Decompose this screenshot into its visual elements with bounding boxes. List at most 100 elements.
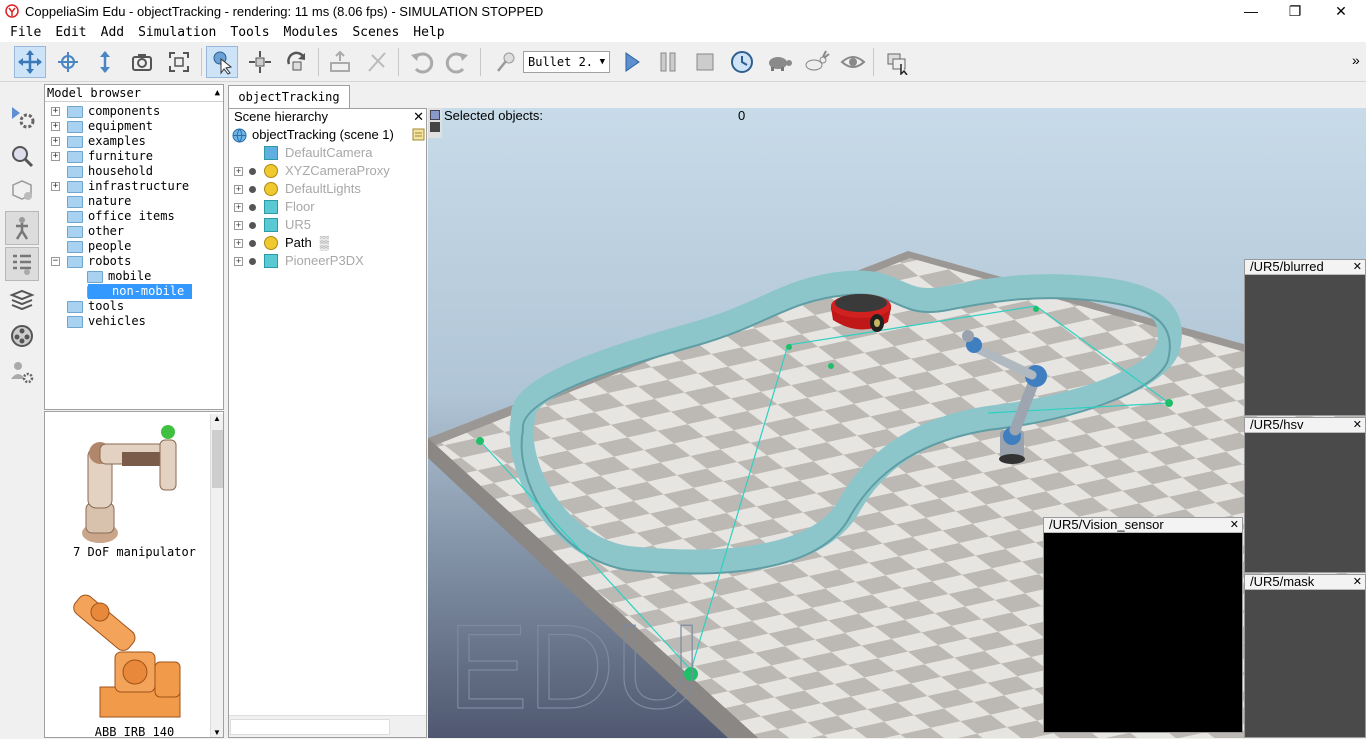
sensor-window-blurred[interactable]: /UR5/blurred ✕ <box>1244 259 1366 416</box>
scrollbar-thumb[interactable] <box>212 430 223 488</box>
expand-icon[interactable]: + <box>234 220 243 230</box>
page-selector-button[interactable] <box>881 46 913 78</box>
transfer-dna-button[interactable] <box>361 46 393 78</box>
real-time-button[interactable] <box>726 46 758 78</box>
view-toggle-icon[interactable] <box>430 122 440 132</box>
undo-button[interactable] <box>405 46 437 78</box>
expand-icon[interactable]: + <box>234 256 243 266</box>
sensor-window-header[interactable]: /UR5/mask ✕ <box>1245 575 1365 590</box>
model-folder-item[interactable]: +people <box>51 239 131 254</box>
physics-engine-select[interactable]: Bullet 2. ▼ <box>523 51 610 73</box>
sensor-window-header[interactable]: /UR5/hsv ✕ <box>1245 418 1365 433</box>
sensor-window-hsv[interactable]: /UR5/hsv ✕ <box>1244 417 1366 573</box>
model-folder-item[interactable]: mobile <box>71 269 151 284</box>
path-control-point[interactable] <box>786 344 792 350</box>
path-control-point[interactable] <box>476 437 484 445</box>
thumbnails-scrollbar[interactable]: ▲ ▼ <box>210 414 223 737</box>
hierarchy-horizontal-scrollbar[interactable] <box>229 715 426 737</box>
sensor-window-vision-sensor[interactable]: /UR5/Vision_sensor ✕ <box>1043 517 1243 733</box>
menu-add[interactable]: Add <box>101 25 124 40</box>
assemble-button[interactable] <box>324 46 356 78</box>
dynamics-toggle-button[interactable] <box>490 46 522 78</box>
camera-shift-button[interactable] <box>89 46 121 78</box>
fit-to-view-button[interactable] <box>163 46 195 78</box>
model-folder-item[interactable]: +other <box>51 224 124 239</box>
scene-tab[interactable]: objectTracking <box>228 85 350 108</box>
close-hierarchy-icon[interactable]: ✕ <box>413 109 424 125</box>
model-folder-item[interactable]: +vehicles <box>51 314 146 329</box>
hierarchy-item[interactable]: +DefaultCamera <box>234 144 372 162</box>
sort-arrow-icon[interactable]: ▲ <box>215 85 220 101</box>
model-folder-item[interactable]: + examples <box>51 134 146 149</box>
path-control-point[interactable] <box>1033 306 1039 312</box>
expand-icon[interactable]: + <box>234 202 243 212</box>
minimize-button[interactable]: — <box>1228 0 1274 22</box>
model-folder-item[interactable]: + equipment <box>51 119 153 134</box>
hierarchy-item[interactable]: + Floor <box>234 198 315 216</box>
close-icon[interactable]: ✕ <box>1353 575 1362 589</box>
sensor-window-header[interactable]: /UR5/Vision_sensor ✕ <box>1044 518 1242 533</box>
expand-icon[interactable]: + <box>51 182 60 191</box>
camera-view-button[interactable] <box>126 46 158 78</box>
close-button[interactable]: ✕ <box>1318 0 1364 22</box>
close-icon[interactable]: ✕ <box>1230 518 1239 532</box>
model-folder-item[interactable]: + components <box>51 104 160 119</box>
menu-scenes[interactable]: Scenes <box>352 25 399 40</box>
menu-tools[interactable]: Tools <box>230 25 269 40</box>
visualization-toggle-button[interactable] <box>837 46 869 78</box>
user-settings-button[interactable] <box>5 355 39 389</box>
expand-icon[interactable]: + <box>51 152 60 161</box>
hierarchy-item[interactable]: + UR5 <box>234 216 311 234</box>
speed-up-button[interactable] <box>800 46 832 78</box>
hierarchy-item[interactable]: + PioneerP3DX <box>234 252 364 270</box>
model-folder-item[interactable]: +office items <box>51 209 175 224</box>
scrollbar-thumb[interactable] <box>230 719 390 735</box>
stop-simulation-button[interactable] <box>689 46 721 78</box>
path-control-point[interactable] <box>1165 399 1173 407</box>
scroll-up-icon[interactable]: ▲ <box>213 414 221 423</box>
camera-pan-button[interactable] <box>14 46 46 78</box>
model-folder-item[interactable]: +household <box>51 164 153 179</box>
slow-down-button[interactable] <box>763 46 795 78</box>
collapse-icon[interactable]: − <box>51 257 60 266</box>
menu-modules[interactable]: Modules <box>284 25 339 40</box>
hierarchy-item[interactable]: + Path ▒ <box>234 234 329 252</box>
model-folder-item[interactable]: +nature <box>51 194 131 209</box>
model-browser-toggle-button[interactable] <box>5 211 39 245</box>
object-shift-button[interactable] <box>244 46 276 78</box>
object-rotate-button[interactable] <box>281 46 313 78</box>
menu-simulation[interactable]: Simulation <box>138 25 216 40</box>
sensor-window-header[interactable]: /UR5/blurred ✕ <box>1245 260 1365 275</box>
camera-rotate-button[interactable] <box>52 46 84 78</box>
scene-root-item[interactable]: objectTracking (scene 1) <box>232 126 394 144</box>
expand-icon[interactable]: + <box>51 137 60 146</box>
layers-button[interactable] <box>5 283 39 317</box>
path-control-point[interactable] <box>828 363 834 369</box>
expand-icon[interactable]: + <box>51 107 60 116</box>
scroll-down-icon[interactable]: ▼ <box>213 728 221 737</box>
model-folder-item[interactable]: + furniture <box>51 149 153 164</box>
sensor-window-mask[interactable]: /UR5/mask ✕ <box>1244 574 1366 738</box>
scene-script-icon[interactable] <box>412 128 425 144</box>
redo-button[interactable] <box>442 46 474 78</box>
toolbar-overflow-button[interactable]: » <box>1352 52 1360 68</box>
model-folder-item[interactable]: non-mobile <box>71 284 193 299</box>
menu-help[interactable]: Help <box>413 25 444 40</box>
hierarchy-item[interactable]: + XYZCameraProxy <box>234 162 390 180</box>
close-icon[interactable]: ✕ <box>1353 260 1362 274</box>
expand-icon[interactable]: + <box>234 166 243 176</box>
shape-edit-button[interactable] <box>5 173 39 207</box>
scene-hierarchy-toggle-button[interactable] <box>5 247 39 281</box>
hierarchy-item[interactable]: + DefaultLights <box>234 180 361 198</box>
model-folder-item[interactable]: + infrastructure <box>51 179 189 194</box>
pause-simulation-button[interactable] <box>652 46 684 78</box>
abb-irb-140-thumbnail[interactable] <box>60 592 210 727</box>
model-folder-item[interactable]: +tools <box>51 299 124 314</box>
scripts-button[interactable] <box>5 139 39 173</box>
expand-icon[interactable]: + <box>234 238 243 248</box>
customization-script-icon[interactable]: ▒ <box>320 234 329 252</box>
maximize-button[interactable]: ❐ <box>1272 0 1318 22</box>
video-recorder-button[interactable] <box>5 319 39 353</box>
menu-file[interactable]: File <box>10 25 41 40</box>
start-simulation-button[interactable] <box>615 46 647 78</box>
